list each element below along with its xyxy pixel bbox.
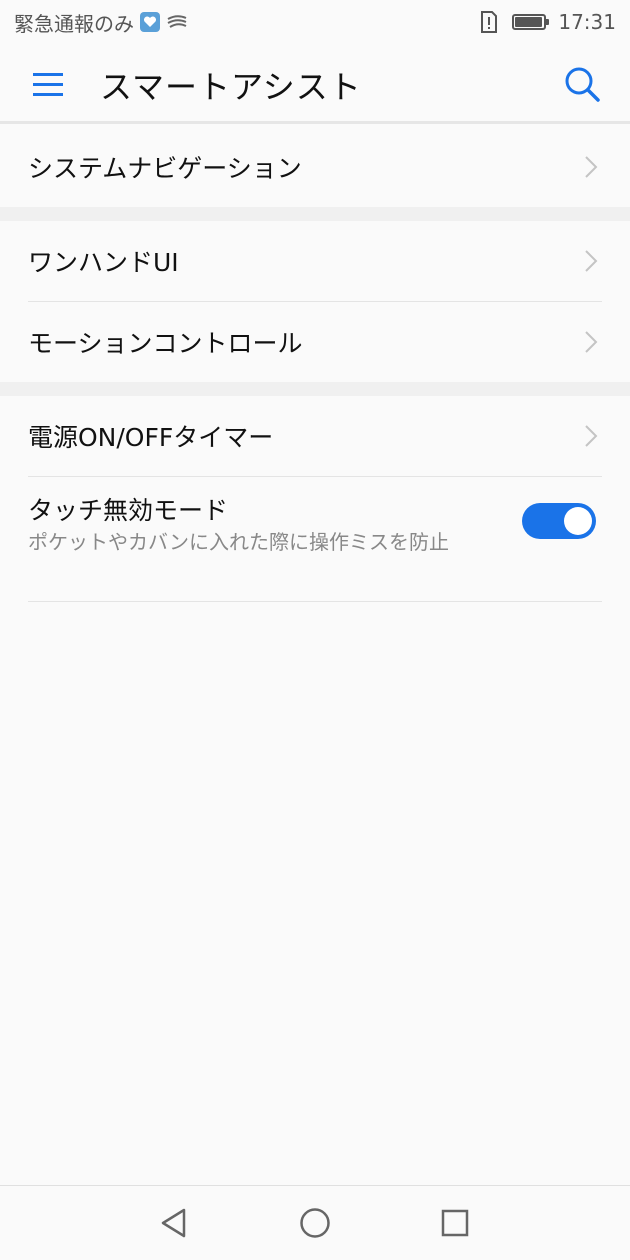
menu-button[interactable] <box>30 66 66 102</box>
status-left: 緊急通報のみ <box>14 8 188 37</box>
setting-description: ポケットやカバンに入れた際に操作ミスを防止 <box>28 530 449 554</box>
page-title: スマートアシスト <box>100 68 362 106</box>
setting-motion-control[interactable]: モーションコントロール <box>0 302 630 382</box>
setting-power-timer[interactable]: 電源ON/OFFタイマー <box>0 396 630 476</box>
menu-icon <box>33 73 63 96</box>
carrier-status: 緊急通報のみ <box>14 11 134 36</box>
recents-icon <box>441 1209 469 1237</box>
setting-system-navigation[interactable]: システムナビゲーション <box>0 127 630 207</box>
setting-label: タッチ無効モード <box>28 496 229 525</box>
touch-disable-toggle[interactable] <box>522 503 596 539</box>
setting-label: ワンハンドUI <box>28 248 179 277</box>
divider <box>28 601 602 602</box>
back-icon <box>161 1208 186 1238</box>
home-icon <box>300 1208 330 1238</box>
setting-label: モーションコントロール <box>28 329 303 358</box>
clock: 17:31 <box>558 10 616 34</box>
setting-touch-disable-mode[interactable]: タッチ無効モード ポケットやカバンに入れた際に操作ミスを防止 <box>0 477 630 601</box>
setting-label: システムナビゲーション <box>28 154 302 183</box>
app-bar: スマートアシスト <box>0 44 630 124</box>
swiftkey-icon <box>166 13 188 31</box>
setting-one-hand-ui[interactable]: ワンハンドUI <box>0 221 630 301</box>
sim-alert-icon <box>480 11 498 33</box>
setting-label: 電源ON/OFFタイマー <box>28 423 274 452</box>
recents-button[interactable] <box>438 1206 472 1240</box>
battery-level-fill <box>515 17 543 27</box>
chevron-right-icon <box>585 331 598 353</box>
toggle-knob <box>564 507 592 535</box>
search-icon <box>565 67 600 102</box>
status-bar: 緊急通報のみ 17:31 <box>0 0 630 44</box>
chevron-right-icon <box>585 156 598 178</box>
home-button[interactable] <box>298 1206 332 1240</box>
search-button[interactable] <box>562 64 602 104</box>
screen: 緊急通報のみ 17:31 スマートアシスト システムナビゲーション ワンハンドU… <box>0 0 630 1260</box>
chevron-right-icon <box>585 425 598 447</box>
settings-list: システムナビゲーション ワンハンドUI モーションコントロール 電源ON/OFF… <box>0 127 630 602</box>
notification-heart-icon <box>140 12 160 32</box>
chevron-right-icon <box>585 250 598 272</box>
back-button[interactable] <box>157 1206 191 1240</box>
navigation-bar <box>0 1185 630 1260</box>
status-right: 17:31 <box>480 10 616 34</box>
group-separator <box>0 382 630 396</box>
group-separator <box>0 207 630 221</box>
battery-icon <box>512 14 550 30</box>
